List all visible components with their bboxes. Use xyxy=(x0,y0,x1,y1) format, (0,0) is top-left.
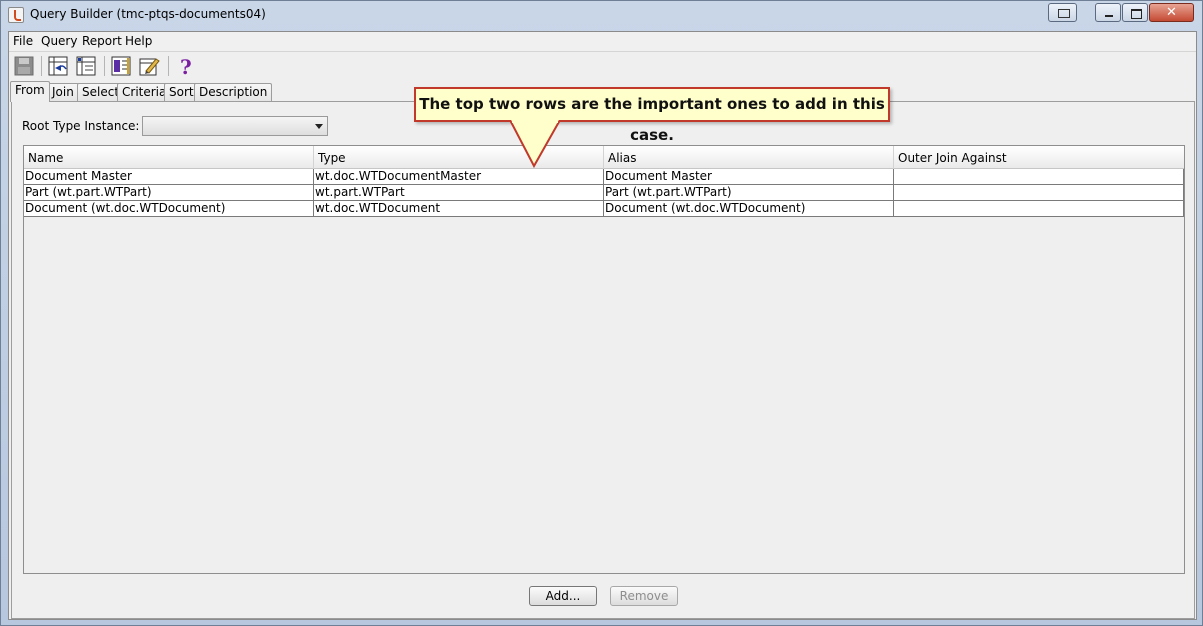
table-row[interactable]: Part (wt.part.WTPart) wt.part.WTPart Par… xyxy=(24,185,1184,201)
maximize-icon xyxy=(1123,4,1147,21)
help-glyph: ? xyxy=(180,55,192,77)
menu-bar: File Query Report Help xyxy=(9,32,1196,52)
menu-file[interactable]: File xyxy=(13,34,33,48)
callout-pointer xyxy=(509,120,561,169)
maximize-button[interactable] xyxy=(1122,3,1148,22)
window-title: Query Builder (tmc-ptqs-documents04) xyxy=(30,7,266,21)
help-button[interactable]: ? xyxy=(173,54,197,79)
join-button[interactable] xyxy=(46,54,70,78)
cell-alias: Document Master xyxy=(604,169,894,185)
save-icon xyxy=(14,56,34,76)
table-header: Name Type Alias Outer Join Against xyxy=(24,146,1184,169)
criteria-icon xyxy=(111,56,131,76)
tab-from[interactable]: From xyxy=(10,81,50,102)
from-table: Name Type Alias Outer Join Against Docum… xyxy=(23,145,1185,574)
tab-join[interactable]: Join xyxy=(47,83,79,102)
cell-name: Document (wt.doc.WTDocument) xyxy=(24,201,314,217)
cell-alias: Document (wt.doc.WTDocument) xyxy=(604,201,894,217)
save-button[interactable] xyxy=(12,54,36,78)
toolbar: ? xyxy=(9,52,1196,80)
root-type-select[interactable] xyxy=(142,116,328,136)
cell-name: Part (wt.part.WTPart) xyxy=(24,185,314,201)
restore-button[interactable] xyxy=(1048,3,1077,22)
toolbar-separator xyxy=(168,56,169,76)
column-header-name[interactable]: Name xyxy=(24,146,314,169)
minimize-button[interactable] xyxy=(1095,3,1121,22)
edit-icon xyxy=(139,58,160,76)
select-button[interactable] xyxy=(74,54,98,78)
cell-outer-join[interactable] xyxy=(894,169,1184,185)
join-icon xyxy=(48,56,68,76)
help-icon: ? xyxy=(180,55,192,79)
cell-outer-join[interactable] xyxy=(894,201,1184,217)
cell-type: wt.doc.WTDocumentMaster xyxy=(314,169,604,185)
restore-icon xyxy=(1049,4,1076,21)
menu-help[interactable]: Help xyxy=(125,34,152,48)
remove-button[interactable]: Remove xyxy=(610,586,678,606)
toolbar-separator xyxy=(41,56,42,76)
close-button[interactable]: ✕ xyxy=(1149,3,1194,22)
chevron-down-icon xyxy=(315,124,323,129)
menu-query[interactable]: Query xyxy=(41,34,77,48)
tab-description[interactable]: Description xyxy=(194,83,273,102)
edit-button[interactable] xyxy=(137,54,161,78)
from-tab-panel: Root Type Instance: Name Type Alias Oute… xyxy=(11,101,1195,619)
title-bar[interactable]: Query Builder (tmc-ptqs-documents04) ✕ xyxy=(1,1,1202,31)
java-app-icon xyxy=(8,7,24,23)
cell-name: Document Master xyxy=(24,169,314,185)
column-header-outer-join[interactable]: Outer Join Against xyxy=(894,146,1186,169)
table-row[interactable]: Document Master wt.doc.WTDocumentMaster … xyxy=(24,169,1184,185)
root-type-label: Root Type Instance: xyxy=(22,119,140,133)
table-row[interactable]: Document (wt.doc.WTDocument) wt.doc.WTDo… xyxy=(24,201,1184,217)
menu-report[interactable]: Report xyxy=(82,34,122,48)
toolbar-separator xyxy=(104,56,105,76)
annotation-callout: The top two rows are the important ones … xyxy=(414,87,890,144)
minimize-icon xyxy=(1096,4,1120,21)
cell-outer-join[interactable] xyxy=(894,185,1184,201)
cell-type: wt.part.WTPart xyxy=(314,185,604,201)
close-icon: ✕ xyxy=(1166,5,1177,20)
add-button[interactable]: Add... xyxy=(529,586,597,606)
criteria-button[interactable] xyxy=(109,54,133,78)
select-icon xyxy=(76,56,96,76)
cell-type: wt.doc.WTDocument xyxy=(314,201,604,217)
cell-alias: Part (wt.part.WTPart) xyxy=(604,185,894,201)
